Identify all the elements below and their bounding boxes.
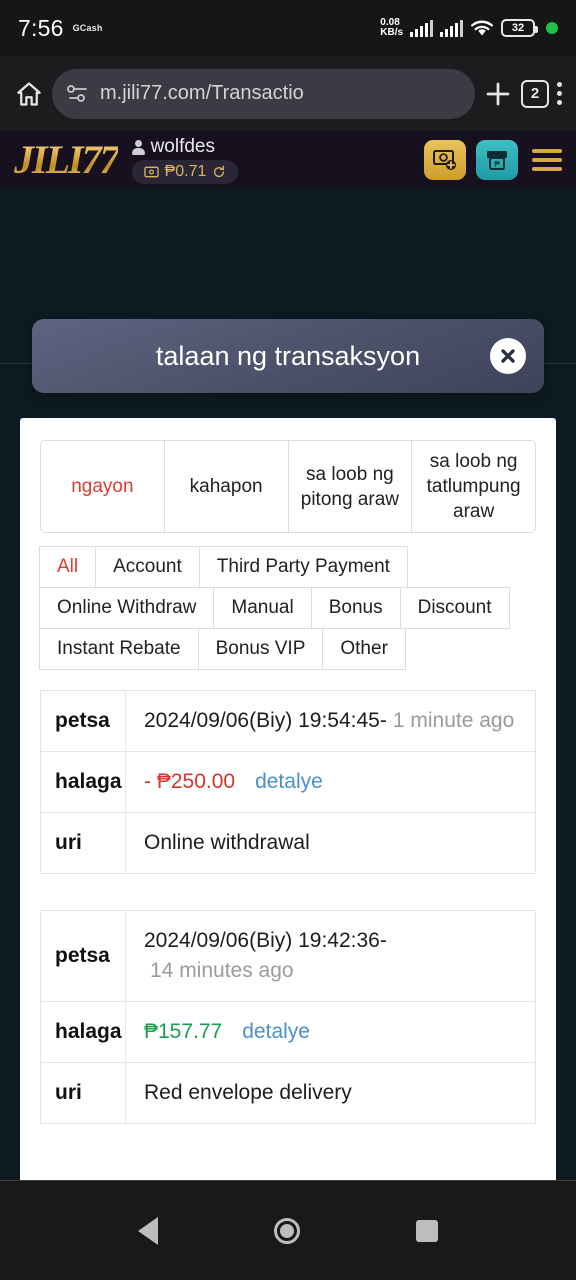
row-label-type: uri <box>41 813 126 873</box>
transaction-relative-time: 14 minutes ago <box>150 959 294 982</box>
status-icons: 0.08 KB/s 32 <box>380 18 558 38</box>
row-label-amount: halaga <box>41 752 126 812</box>
recording-dot-icon <box>546 22 558 34</box>
transaction-amount-text: ₱157.77 <box>144 1020 223 1043</box>
battery-level: 32 <box>511 22 525 34</box>
android-nav-bar <box>0 1180 576 1280</box>
transaction-amount-row: halaga ₱157.77 detalye <box>41 1002 535 1063</box>
category-chip-instant-rebate[interactable]: Instant Rebate <box>39 628 199 670</box>
date-range-tabs: ngayon kahapon sa loob ng pitong araw sa… <box>40 440 536 533</box>
date-range-tab-yesterday[interactable]: kahapon <box>164 441 289 532</box>
category-filter-chips: All Account Third Party Payment Online W… <box>39 546 510 670</box>
home-circle-icon[interactable] <box>274 1217 300 1244</box>
category-chip-online-withdraw[interactable]: Online Withdraw <box>39 587 215 629</box>
category-chip-account[interactable]: Account <box>95 546 200 588</box>
date-range-tab-thirty-days[interactable]: sa loob ng tatlumpung araw <box>412 441 535 532</box>
category-chip-third-party-payment[interactable]: Third Party Payment <box>198 546 408 588</box>
transaction-date-row: petsa 2024/09/06(Biy) 19:54:45- 1 minute… <box>41 691 535 752</box>
row-label-type: uri <box>41 1063 126 1123</box>
category-chip-bonus[interactable]: Bonus <box>310 587 401 629</box>
close-icon[interactable] <box>490 338 526 374</box>
username-label: wolfdes <box>150 136 215 157</box>
url-bar[interactable]: m.jili77.com/Transactio <box>52 68 475 119</box>
svg-text:₱: ₱ <box>494 160 500 169</box>
browser-toolbar: m.jili77.com/Transactio 2 <box>0 56 576 131</box>
transaction-details-link[interactable]: detalye <box>242 1017 310 1047</box>
refresh-icon[interactable] <box>212 165 226 179</box>
transaction-type-row: uri Red envelope delivery <box>41 1063 535 1123</box>
site-logo[interactable]: JILI77 <box>14 138 120 182</box>
more-options-icon[interactable] <box>557 82 562 105</box>
category-chip-discount[interactable]: Discount <box>399 587 510 629</box>
wallet-icon <box>143 166 159 178</box>
deposit-money-icon[interactable] <box>424 140 466 180</box>
tab-switcher-icon[interactable]: 2 <box>521 79 549 108</box>
tab-count-label: 2 <box>530 85 540 102</box>
android-status-bar: 7:56 GCash 0.08 KB/s 32 <box>0 0 576 56</box>
transaction-card: ngayon kahapon sa loob ng pitong araw sa… <box>20 418 556 1180</box>
transaction-date-text: 2024/09/06(Biy) 19:42:36- <box>144 929 387 952</box>
transaction-date-value: 2024/09/06(Biy) 19:54:45- 1 minute ago <box>126 691 535 751</box>
transaction-details-link[interactable]: detalye <box>255 767 323 797</box>
row-label-date: petsa <box>41 691 126 751</box>
row-label-date: petsa <box>41 911 126 1001</box>
category-chip-bonus-vip[interactable]: Bonus VIP <box>197 628 324 670</box>
transaction-type-row: uri Online withdrawal <box>41 813 535 873</box>
transaction-amount-row: halaga - ₱250.00 detalye <box>41 752 535 813</box>
balance-amount: ₱0.71 <box>164 163 207 180</box>
network-speed-unit: KB/s <box>380 27 404 38</box>
transaction-amount-value: ₱157.77 detalye <box>126 1002 535 1062</box>
transaction-amount-text: - ₱250.00 <box>144 770 236 793</box>
user-block: wolfdes ₱0.71 <box>131 136 239 184</box>
status-app-label: GCash <box>72 23 103 33</box>
hamburger-menu-icon[interactable] <box>528 149 562 171</box>
transaction-type-value: Online withdrawal <box>144 831 310 854</box>
transaction-date-value: 2024/09/06(Biy) 19:42:36- 14 minutes ago <box>126 911 535 1001</box>
transaction-row: petsa 2024/09/06(Biy) 19:42:36- 14 minut… <box>40 910 536 1124</box>
signal-bars-sim2-icon <box>440 19 463 37</box>
page-info-icon[interactable] <box>66 83 90 105</box>
status-clock: 7:56 <box>18 14 64 41</box>
date-range-tab-today[interactable]: ngayon <box>41 441 165 532</box>
category-chip-manual[interactable]: Manual <box>213 587 312 629</box>
transaction-type-value: Red envelope delivery <box>144 1081 352 1104</box>
transaction-amount-value: - ₱250.00 detalye <box>126 752 535 812</box>
row-label-amount: halaga <box>41 1002 126 1062</box>
transaction-row: petsa 2024/09/06(Biy) 19:54:45- 1 minute… <box>40 690 536 874</box>
username-row: wolfdes <box>131 136 239 158</box>
person-icon <box>131 139 145 155</box>
transaction-history-banner: talaan ng transaksyon <box>32 319 544 393</box>
site-header: JILI77 wolfdes ₱0.71 ₱ <box>0 131 576 189</box>
transaction-relative-time: 1 minute ago <box>392 709 515 732</box>
balance-pill[interactable]: ₱0.71 <box>131 160 239 184</box>
wifi-icon <box>471 20 493 36</box>
url-text[interactable]: m.jili77.com/Transactio <box>100 82 304 105</box>
transaction-date-row: petsa 2024/09/06(Biy) 19:42:36- 14 minut… <box>41 911 535 1002</box>
back-triangle-icon[interactable] <box>138 1216 158 1245</box>
home-icon[interactable] <box>14 79 44 109</box>
signal-bars-sim1-icon <box>410 19 434 37</box>
recents-square-icon[interactable] <box>416 1219 438 1242</box>
banner-title: talaan ng transaksyon <box>155 340 421 371</box>
atm-withdraw-icon[interactable]: ₱ <box>476 140 518 180</box>
category-chip-all[interactable]: All <box>39 546 97 588</box>
header-actions: ₱ <box>424 140 562 180</box>
new-tab-icon[interactable] <box>483 79 513 109</box>
date-range-tab-seven-days[interactable]: sa loob ng pitong araw <box>288 441 413 532</box>
network-speed: 0.08 KB/s <box>380 18 403 38</box>
battery-icon: 32 <box>501 19 538 37</box>
transaction-date-text: 2024/09/06(Biy) 19:54:45- <box>144 709 387 732</box>
web-page: JILI77 wolfdes ₱0.71 ₱ talaan ng transak… <box>0 131 576 1180</box>
category-chip-other[interactable]: Other <box>322 628 406 670</box>
